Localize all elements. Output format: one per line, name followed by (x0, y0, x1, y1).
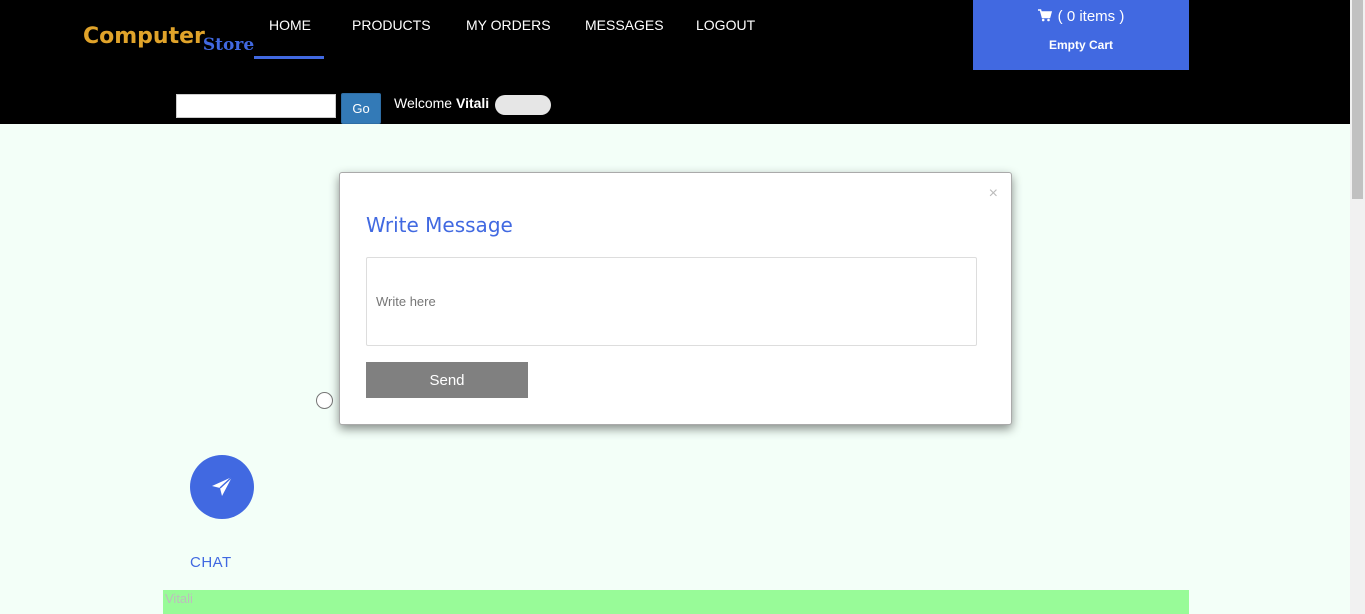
chat-button[interactable] (190, 455, 254, 519)
cart-icon (1037, 8, 1052, 26)
message-bar: Vitali (163, 590, 1189, 614)
write-message-modal: × Write Message Send (339, 172, 1012, 425)
cart-summary[interactable]: ( 0 items ) (973, 8, 1189, 26)
cart-panel[interactable]: ( 0 items ) Empty Cart (973, 0, 1189, 70)
welcome-username: Vitali (455, 95, 490, 111)
message-bar-text: Vitali (165, 591, 193, 606)
welcome-message: Welcome Vitali (394, 95, 489, 111)
empty-cart-link[interactable]: Empty Cart (973, 38, 1189, 52)
nav-active-indicator (254, 56, 324, 59)
welcome-prefix: Welcome (394, 95, 453, 111)
modal-title: Write Message (366, 213, 513, 237)
logo-part-computer: Computer (83, 24, 205, 49)
nav-logout[interactable]: LOGOUT (696, 17, 755, 33)
nav-my-orders[interactable]: MY ORDERS (466, 17, 551, 33)
top-header: ComputerStore HOME PRODUCTS MY ORDERS ME… (0, 0, 1350, 124)
paper-plane-icon (212, 476, 233, 496)
send-button[interactable]: Send (366, 362, 528, 398)
page-scrollbar[interactable] (1350, 0, 1365, 614)
radio-button[interactable] (316, 392, 333, 409)
message-textarea[interactable] (366, 257, 977, 346)
nav-messages[interactable]: MESSAGES (585, 17, 664, 33)
close-icon[interactable]: × (989, 185, 998, 203)
search-input[interactable] (176, 94, 336, 118)
nav-products[interactable]: PRODUCTS (352, 17, 431, 33)
site-logo[interactable]: ComputerStore (83, 24, 255, 55)
search-go-button[interactable]: Go (341, 93, 381, 124)
redacted-surname (495, 95, 551, 115)
scrollbar-thumb[interactable] (1352, 0, 1363, 199)
cart-count: ( 0 items ) (1057, 8, 1125, 25)
logo-part-store: Store (202, 35, 255, 55)
chat-label[interactable]: CHAT (190, 554, 232, 571)
nav-home[interactable]: HOME (269, 17, 311, 33)
